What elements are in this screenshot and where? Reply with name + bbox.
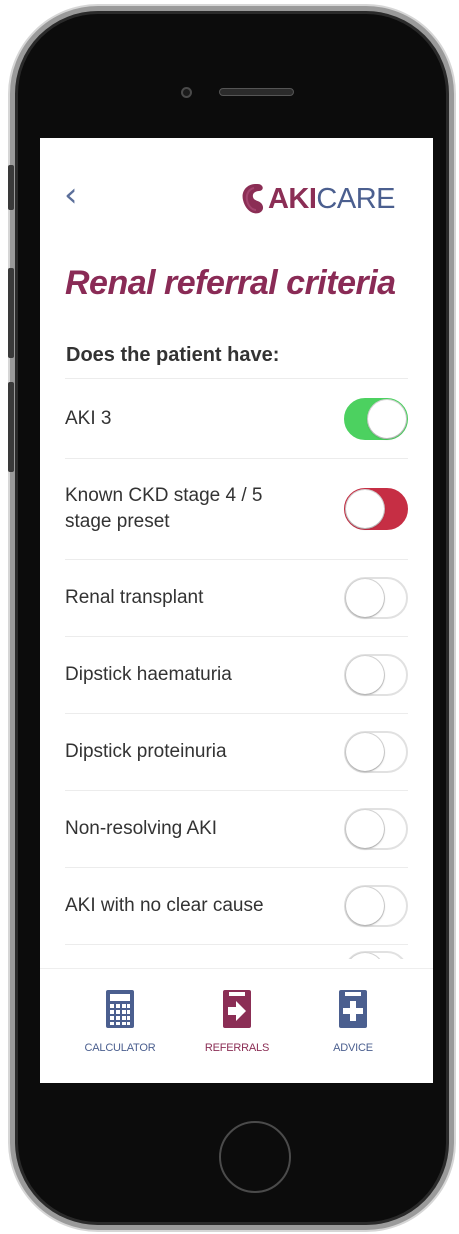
toggle-non-resolving[interactable] [344, 808, 408, 850]
calculator-icon [106, 990, 134, 1028]
criteria-row-transplant[interactable]: Renal transplant [65, 559, 408, 636]
volume-down-button [8, 382, 14, 472]
criteria-label: Non-resolving AKI [65, 818, 218, 839]
criteria-row-non-resolving[interactable]: Non-resolving AKI [65, 790, 408, 867]
mute-switch [8, 165, 14, 210]
section-heading: Does the patient have: [66, 344, 280, 366]
toggle-knob [368, 399, 406, 438]
partial-toggle [344, 945, 408, 959]
toggle-partial[interactable] [344, 951, 408, 959]
tab-referrals-label: REFERRALS [204, 1042, 270, 1054]
page-title: Renal referral criteria [65, 264, 396, 302]
referral-arrow-icon [223, 990, 251, 1028]
toggle-proteinuria[interactable] [344, 731, 408, 773]
tab-calculator[interactable]: CALCULATOR [65, 989, 175, 1054]
criteria-label: AKI with no clear cause [65, 895, 264, 916]
criteria-label: Dipstick haematuria [65, 664, 232, 685]
toggle-knob [346, 953, 384, 959]
criteria-label: Known CKD stage 4 / 5 stage preset [65, 485, 263, 532]
brand-care: CARE [316, 182, 395, 215]
criteria-row-ckd[interactable]: Known CKD stage 4 / 5 stage preset [65, 458, 408, 559]
toggle-knob [346, 887, 384, 925]
criteria-row-partial [65, 944, 408, 964]
back-chevron-icon[interactable]: ‹ [64, 178, 78, 212]
criteria-row-haematuria[interactable]: Dipstick haematuria [65, 636, 408, 713]
toggle-knob [346, 579, 384, 617]
earpiece-speaker [219, 88, 294, 96]
toggle-no-clear-cause[interactable] [344, 885, 408, 927]
criteria-label: Renal transplant [65, 587, 204, 608]
volume-up-button [8, 268, 14, 358]
tab-referrals[interactable]: REFERRALS [182, 989, 292, 1054]
criteria-row-proteinuria[interactable]: Dipstick proteinuria [65, 713, 408, 790]
toggle-transplant[interactable] [344, 577, 408, 619]
toggle-aki3[interactable] [344, 397, 408, 440]
app-screen: ‹ AKICARE Renal referral criteria Does t… [40, 138, 433, 1083]
criteria-list: AKI 3 Known CKD stage 4 / 5 stage preset… [65, 378, 408, 964]
bottom-tab-bar: CALCULATOR REFERRALS ADVICE [40, 968, 433, 1083]
home-button[interactable] [219, 1121, 291, 1193]
toggle-haematuria[interactable] [344, 654, 408, 696]
criteria-label: AKI 3 [65, 407, 112, 429]
tab-calculator-label: CALCULATOR [84, 1042, 156, 1054]
criteria-row-no-clear-cause[interactable]: AKI with no clear cause [65, 867, 408, 944]
toggle-knob [346, 656, 384, 694]
toggle-ckd[interactable] [344, 488, 408, 530]
kidney-logo-icon [242, 184, 264, 214]
front-camera [181, 87, 192, 98]
criteria-row-aki3[interactable]: AKI 3 [65, 378, 408, 458]
toggle-knob [346, 733, 384, 771]
criteria-label: Dipstick proteinuria [65, 741, 227, 762]
toggle-knob [346, 490, 384, 528]
toggle-knob [346, 810, 384, 848]
brand-aki: AKI [267, 182, 317, 215]
medical-cross-icon [339, 990, 367, 1028]
app-header: ‹ AKICARE [40, 138, 433, 248]
tab-advice[interactable]: ADVICE [298, 989, 408, 1054]
tab-advice-label: ADVICE [333, 1042, 373, 1054]
akicare-logo: AKICARE [240, 182, 395, 216]
